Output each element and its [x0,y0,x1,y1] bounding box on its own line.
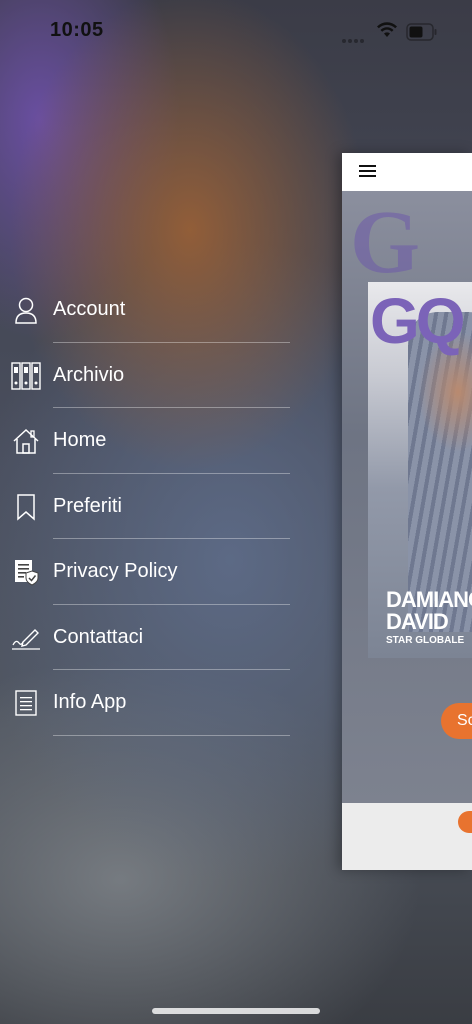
divider [53,734,290,736]
bookmark-icon [10,491,42,523]
battery-icon [406,23,438,46]
menu-item-account[interactable]: Account [0,277,300,343]
binders-icon [10,360,42,392]
document-icon [10,687,42,719]
magazine-cover[interactable]: GQ DAMIANO DAVID STAR GLOBALE [368,282,472,658]
side-menu: Account Archivio Home Preferiti Privacy … [0,277,300,736]
cover-headline-line2: DAVID [386,609,449,634]
home-indicator[interactable] [152,1008,320,1014]
cover-headline: DAMIANO DAVID [386,589,472,633]
background-brand-logo: G [350,193,421,292]
cover-brand-logo: GQ [370,285,466,357]
menu-item-info-app[interactable]: Info App [0,670,300,736]
status-time: 10:05 [50,19,104,41]
privacy-document-icon [10,556,42,588]
preview-footer [342,803,472,870]
cellular-signal-icon [342,30,366,48]
menu-item-contattaci[interactable]: Contattaci [0,605,300,670]
menu-item-label: Home [53,429,107,451]
footer-action-button[interactable] [458,811,472,833]
menu-item-label: Contattaci [53,625,144,648]
home-icon [10,425,42,457]
preview-header [342,153,472,192]
menu-item-archivio[interactable]: Archivio [0,343,300,408]
cover-action-button[interactable]: Sc [441,703,472,739]
cover-subtitle: STAR GLOBALE [386,635,465,646]
menu-item-label: Account [53,298,126,320]
cover-photo [408,312,472,632]
menu-item-label: Info App [53,691,127,713]
status-bar: 10:05 [0,0,472,60]
wifi-icon [376,22,398,43]
pen-signature-icon [10,622,42,654]
preview-body: G GQ DAMIANO DAVID STAR GLOBALE Sc [342,191,472,803]
menu-item-privacy-policy[interactable]: Privacy Policy [0,539,300,605]
cover-headline-line1: DAMIANO [386,587,472,612]
menu-item-label: Privacy Policy [53,560,178,582]
person-icon [10,294,42,326]
hamburger-menu-icon[interactable] [359,164,377,183]
main-content-preview[interactable]: G GQ DAMIANO DAVID STAR GLOBALE Sc [342,153,472,870]
menu-item-label: Archivio [53,363,125,386]
menu-item-preferiti[interactable]: Preferiti [0,474,300,539]
menu-item-label: Preferiti [53,494,122,517]
menu-item-home[interactable]: Home [0,408,300,474]
